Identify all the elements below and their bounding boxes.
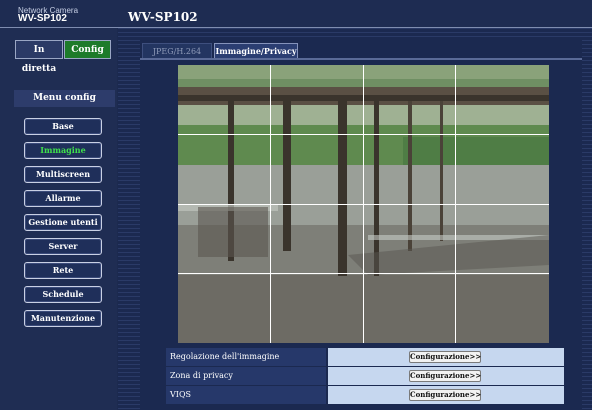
menu-item-multiscreen[interactable]: Multiscreen xyxy=(24,166,102,183)
configure-privacy-button[interactable]: Configurazione>> xyxy=(409,370,481,382)
camera-live-view[interactable] xyxy=(178,65,549,343)
menu-item-gestione-utenti[interactable]: Gestione utenti xyxy=(24,214,102,231)
stripe-decoration-right xyxy=(582,40,592,410)
stripe-decoration-top xyxy=(118,28,592,40)
stripe-decoration-left xyxy=(118,40,140,410)
setting-value-cell: Configurazione>> xyxy=(328,367,564,385)
grid-line xyxy=(178,204,549,205)
menu-item-base[interactable]: Base xyxy=(24,118,102,135)
menu-title: Menu config xyxy=(14,90,115,107)
configure-image-button[interactable]: Configurazione>> xyxy=(409,351,481,363)
grid-line xyxy=(178,273,549,274)
setting-value-cell: Configurazione>> xyxy=(328,386,564,404)
settings-table: Regolazione dell'immagine Configurazione… xyxy=(166,348,564,405)
settings-row-viqs: VIQS Configurazione>> xyxy=(166,386,564,404)
content-panel: JPEG/H.264 Immagine/Privacy Regolazione … xyxy=(118,28,592,410)
tab-underline xyxy=(140,58,582,60)
tab-immagine-privacy[interactable]: Immagine/Privacy xyxy=(214,43,298,58)
setting-value-cell: Configurazione>> xyxy=(328,348,564,366)
live-mode-button[interactable]: In diretta xyxy=(15,40,63,74)
grid-line xyxy=(178,134,549,135)
menu-item-immagine[interactable]: Immagine xyxy=(24,142,102,159)
header: Network Camera WV-SP102 WV-SP102 xyxy=(0,0,592,28)
configure-viqs-button[interactable]: Configurazione>> xyxy=(409,389,481,401)
brand-model: WV-SP102 xyxy=(18,13,67,24)
menu-item-allarme[interactable]: Allarme xyxy=(24,190,102,207)
setting-label: Zona di privacy xyxy=(166,367,326,385)
sidebar: In diretta Config Menu config Base Immag… xyxy=(0,28,117,410)
tab-jpeg-h264[interactable]: JPEG/H.264 xyxy=(142,43,212,58)
settings-row-image-adjust: Regolazione dell'immagine Configurazione… xyxy=(166,348,564,366)
page-title: WV-SP102 xyxy=(128,10,198,24)
setting-label: VIQS xyxy=(166,386,326,404)
settings-row-privacy-zone: Zona di privacy Configurazione>> xyxy=(166,367,564,385)
app-window: Network Camera WV-SP102 WV-SP102 In dire… xyxy=(0,0,592,410)
config-mode-button[interactable]: Config xyxy=(64,40,111,59)
menu-item-schedule[interactable]: Schedule xyxy=(24,286,102,303)
menu-item-rete[interactable]: Rete xyxy=(24,262,102,279)
menu-item-manutenzione[interactable]: Manutenzione xyxy=(24,310,102,327)
menu-item-server[interactable]: Server xyxy=(24,238,102,255)
setting-label: Regolazione dell'immagine xyxy=(166,348,326,366)
